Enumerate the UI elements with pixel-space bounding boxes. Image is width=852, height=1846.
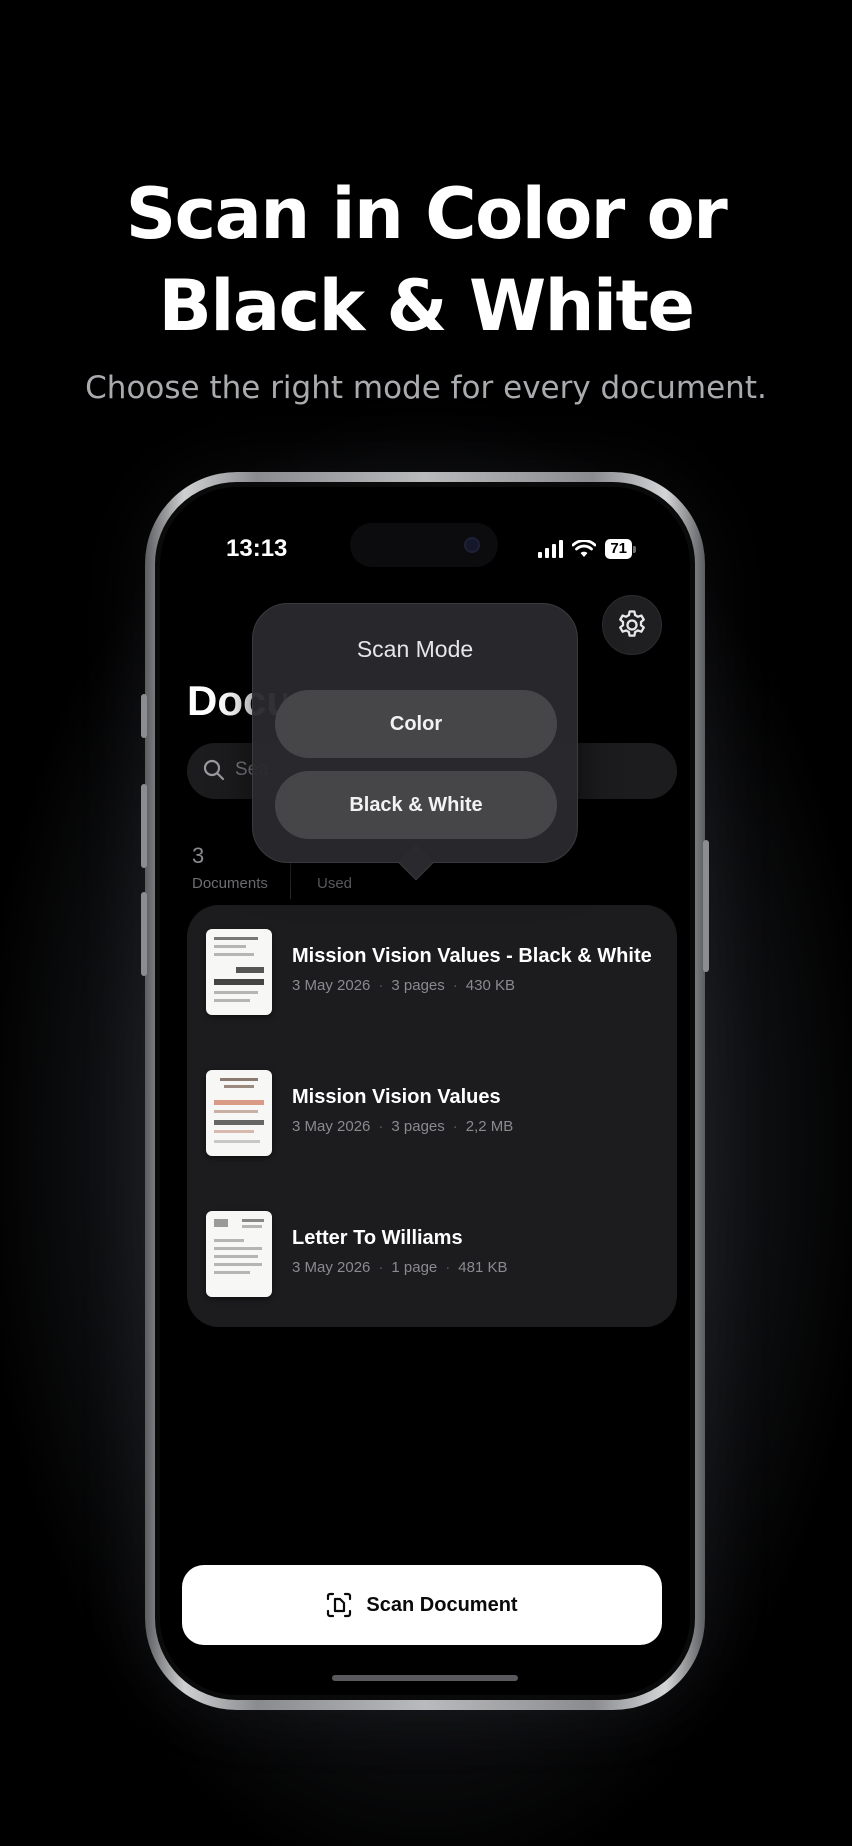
list-item[interactable]: Letter To Williams 3 May 2026 · 1 page · 481… <box>206 1209 666 1299</box>
list-item[interactable]: Mission Vision Values - Black & White 3 … <box>206 927 666 1017</box>
scan-mode-popover: Scan Mode Color Black & White <box>252 603 578 881</box>
black-white-mode-button[interactable]: Black & White <box>275 771 557 839</box>
document-size: 2,2 MB <box>465 1118 514 1135</box>
document-scan-icon <box>327 1592 352 1618</box>
document-name: Mission Vision Values <box>292 1086 501 1108</box>
scan-document-label: Scan Document <box>366 1593 518 1616</box>
headline-line-1: Scan in Color or <box>125 173 728 255</box>
document-pages: 3 pages <box>391 977 445 994</box>
headline-line-2: Black & White <box>158 265 695 347</box>
document-pages: 1 page <box>391 1259 438 1276</box>
dynamic-island <box>350 523 498 567</box>
battery-icon: 71 <box>605 539 636 559</box>
phone-frame: 13:13 71 Docu 3 Documents Used Mission V… <box>141 472 709 1710</box>
document-meta: 3 May 2026 · 1 page · 481 KB <box>292 1259 508 1276</box>
volume-down-button <box>141 892 147 976</box>
status-time: 13:13 <box>226 535 288 562</box>
document-thumbnail <box>206 1211 272 1297</box>
battery-level: 71 <box>605 539 632 559</box>
document-date: 3 May 2026 <box>292 1259 371 1276</box>
wifi-icon <box>572 540 597 557</box>
list-item[interactable]: Mission Vision Values 3 May 2026 · 3 pages… <box>206 1068 666 1158</box>
color-mode-button[interactable]: Color <box>275 690 557 758</box>
promo-headline: Scan in Color or Black & White <box>0 168 852 352</box>
document-meta: 3 May 2026 · 3 pages · 2,2 MB <box>292 1118 514 1135</box>
document-name: Mission Vision Values - Black & White <box>292 945 652 967</box>
scan-mode-title: Scan Mode <box>356 636 474 662</box>
document-size: 430 KB <box>465 977 515 994</box>
phone-screen: 13:13 71 Docu 3 Documents Used Mission V… <box>155 482 695 1700</box>
documents-label: Documents <box>192 875 268 892</box>
search-icon <box>203 759 225 781</box>
side-button <box>703 840 709 972</box>
gear-icon <box>619 610 645 637</box>
home-indicator[interactable] <box>332 1675 518 1681</box>
status-icons: 71 <box>538 539 636 559</box>
volume-up-button <box>141 784 147 868</box>
document-name: Letter To Williams <box>292 1227 463 1249</box>
stats-divider <box>290 863 291 899</box>
action-button <box>141 694 147 738</box>
camera-icon <box>464 537 480 553</box>
documents-list: Mission Vision Values - Black & White 3 … <box>187 905 677 1327</box>
document-size: 481 KB <box>458 1259 508 1276</box>
document-thumbnail <box>206 929 272 1015</box>
used-label: Used <box>317 875 353 892</box>
document-meta: 3 May 2026 · 3 pages · 430 KB <box>292 977 515 994</box>
document-pages: 3 pages <box>391 1118 445 1135</box>
document-thumbnail <box>206 1070 272 1156</box>
documents-count: 3 <box>192 843 205 868</box>
scan-document-button[interactable]: Scan Document <box>182 1565 662 1645</box>
popover-arrow <box>397 843 435 881</box>
document-date: 3 May 2026 <box>292 1118 371 1135</box>
signal-icon <box>538 540 564 558</box>
document-date: 3 May 2026 <box>292 977 371 994</box>
settings-button[interactable] <box>602 595 662 655</box>
promo-subheadline: Choose the right mode for every document… <box>85 370 767 406</box>
